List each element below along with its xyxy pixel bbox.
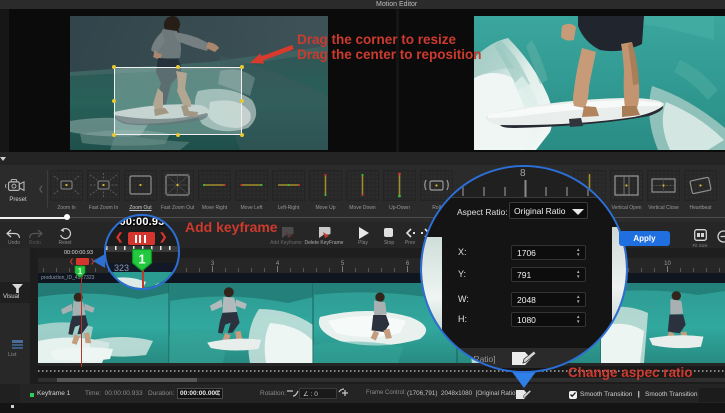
- svg-text:10: 10: [664, 261, 671, 267]
- svg-text:1: 1: [138, 252, 145, 267]
- svg-text:6: 6: [406, 261, 410, 267]
- svg-text:5: 5: [341, 261, 345, 267]
- svg-text:1: 1: [78, 267, 83, 276]
- svg-text:3: 3: [211, 261, 215, 267]
- svg-text:4: 4: [276, 261, 280, 267]
